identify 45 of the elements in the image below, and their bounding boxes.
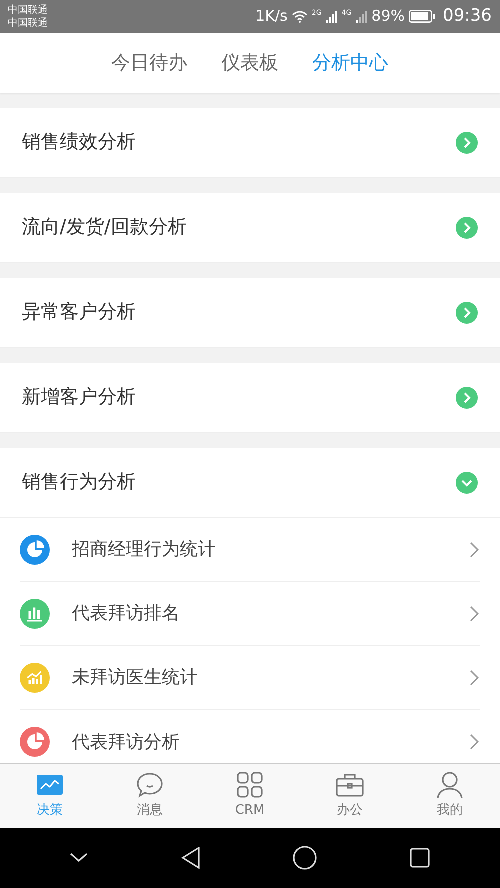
battery-icon: [409, 10, 435, 23]
chevron-right-icon: [470, 606, 480, 622]
signal-icon: [326, 10, 338, 22]
submenu-item[interactable]: 招商经理行为统计: [20, 518, 480, 582]
submenu-label: 未拜访医生统计: [72, 666, 199, 690]
chevron-right-icon: [470, 734, 480, 750]
recents-icon[interactable]: [410, 848, 430, 868]
section-header[interactable]: 销售行为分析: [0, 448, 500, 518]
submenu-label: 招商经理行为统计: [72, 538, 217, 562]
home-icon[interactable]: [293, 846, 318, 870]
chat-icon: [135, 771, 165, 800]
chevron-down-icon: [456, 472, 478, 494]
network-speed: 1K/s: [256, 6, 288, 28]
chevron-right-icon: [470, 670, 480, 686]
chevron-right-icon: [470, 542, 480, 558]
submenu-item[interactable]: 代表拜访排名: [20, 582, 480, 646]
chevron-right-icon: [456, 216, 478, 238]
chevron-down-icon[interactable]: [70, 853, 88, 863]
chevron-right-icon: [456, 386, 478, 408]
person-icon: [435, 771, 465, 800]
nav-tab[interactable]: 办公: [300, 764, 400, 828]
battery-percent: 89%: [372, 6, 405, 28]
carrier-label: 中国联通: [8, 4, 48, 16]
briefcase-icon: [335, 771, 365, 800]
chevron-right-icon: [456, 132, 478, 154]
back-icon[interactable]: [180, 847, 201, 869]
nav-tab[interactable]: CRM: [200, 764, 300, 828]
submenu-label: 代表拜访排名: [72, 602, 181, 626]
carrier-label: 中国联通: [8, 16, 48, 30]
section-header[interactable]: 销售绩效分析: [0, 108, 500, 178]
clock: 09:36: [443, 4, 492, 28]
submenu-item[interactable]: 代表拜访分析: [20, 710, 480, 763]
grid-icon: [235, 771, 265, 800]
wifi-icon: [292, 10, 308, 22]
submenu-label: 代表拜访分析: [72, 730, 181, 754]
section-header[interactable]: 流向/发货/回款分析: [0, 193, 500, 263]
submenu-item[interactable]: 未拜访医生统计: [20, 646, 480, 710]
nav-tab[interactable]: 我的: [400, 764, 500, 828]
signal-icon: [356, 10, 368, 22]
tab[interactable]: 仪表板: [222, 48, 278, 78]
chevron-right-icon: [456, 302, 478, 324]
tab[interactable]: 今日待办: [112, 48, 188, 78]
section-header[interactable]: 新增客户分析: [0, 363, 500, 433]
nav-tab[interactable]: 消息: [100, 764, 200, 828]
section-header[interactable]: 异常客户分析: [0, 278, 500, 348]
